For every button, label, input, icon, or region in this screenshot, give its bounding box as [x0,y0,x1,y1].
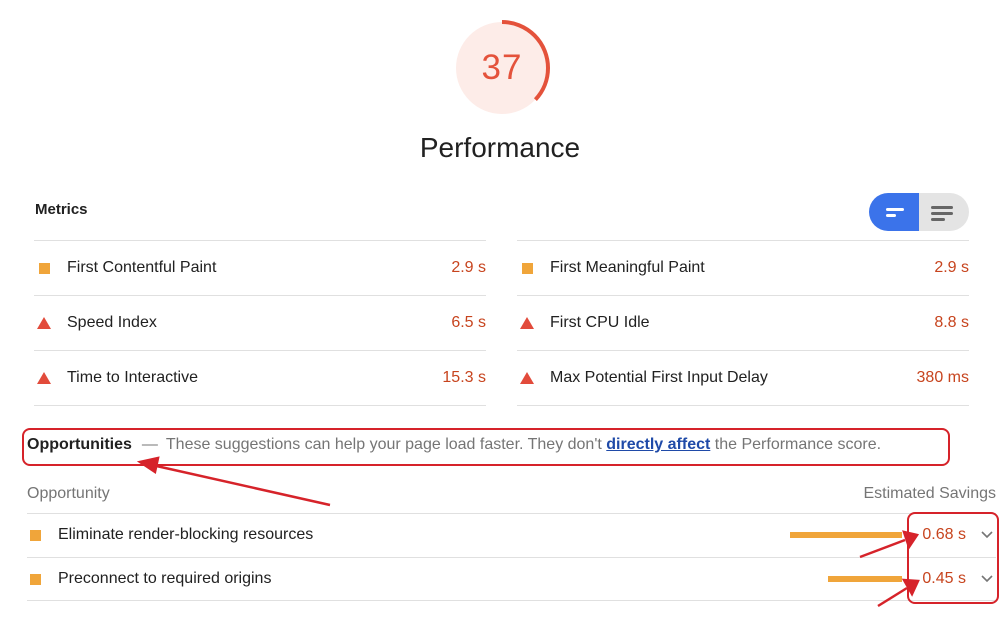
annotation-arrows [136,456,920,608]
